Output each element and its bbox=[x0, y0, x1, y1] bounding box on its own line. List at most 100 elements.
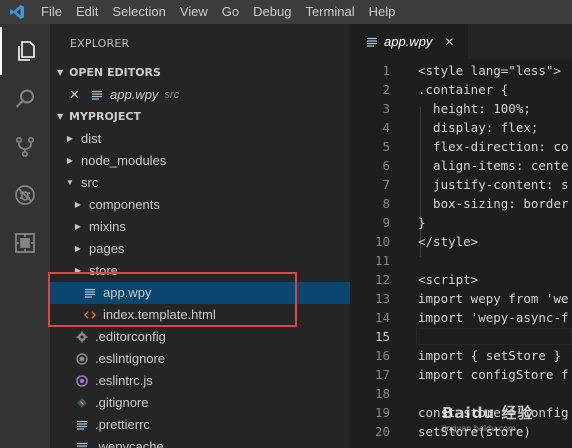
open-editor-item[interactable]: ✕ app.wpy src bbox=[50, 84, 350, 106]
code-text: height: 100%; bbox=[418, 101, 531, 116]
project-header[interactable]: ▼ MYPROJECT bbox=[50, 106, 350, 128]
open-editors-label: OPEN EDITORS bbox=[69, 66, 161, 79]
code-line[interactable]: 11 bbox=[350, 251, 572, 270]
line-number: 2 bbox=[382, 82, 390, 97]
tree-folder[interactable]: ▶ mixins bbox=[50, 216, 350, 238]
code-editor[interactable]: 1 <style lang="less"> 2 .container { 3 heigh… bbox=[350, 59, 572, 448]
line-number: 1 bbox=[382, 63, 390, 78]
explorer-icon[interactable] bbox=[0, 27, 50, 75]
code-text: import { setStore } bbox=[418, 348, 561, 363]
tree-folder[interactable]: ▶ pages bbox=[50, 238, 350, 260]
code-line[interactable]: 19 const store = config bbox=[350, 403, 572, 422]
code-line[interactable]: 12 <script> bbox=[350, 270, 572, 289]
project-label: MYPROJECT bbox=[69, 110, 141, 123]
code-text: import 'wepy-async-f bbox=[418, 310, 569, 325]
chevron-right-icon: ▶ bbox=[66, 156, 74, 165]
gear-file-icon bbox=[76, 331, 88, 343]
tree-item-label: .prettierrc bbox=[95, 417, 150, 432]
file-tree: ▶ dist ▶ node_modules ▼ src ▶ components ▶ mixins… bbox=[50, 128, 350, 448]
code-line[interactable]: 2 .container { bbox=[350, 80, 572, 99]
source-control-icon[interactable] bbox=[0, 123, 50, 171]
line-number: 8 bbox=[382, 196, 390, 211]
tree-file[interactable]: .gitignore bbox=[50, 392, 350, 414]
line-number: 5 bbox=[382, 139, 390, 154]
file-lines-icon bbox=[76, 419, 88, 431]
chevron-down-icon: ▼ bbox=[57, 112, 64, 121]
menu-go[interactable]: Go bbox=[215, 0, 246, 24]
menu-debug[interactable]: Debug bbox=[246, 0, 298, 24]
code-text: .container { bbox=[418, 82, 509, 97]
tree-file[interactable]: .prettierrc bbox=[50, 414, 350, 436]
code-text: } bbox=[418, 215, 426, 230]
code-text: flex-direction: co bbox=[418, 139, 569, 154]
eslintignore-file-icon bbox=[76, 353, 88, 365]
extensions-icon[interactable] bbox=[0, 219, 50, 267]
line-number: 11 bbox=[374, 253, 390, 268]
code-text: setStore(store) bbox=[418, 424, 531, 439]
tree-file[interactable]: .eslintrc.js bbox=[50, 370, 350, 392]
code-line[interactable]: 9} bbox=[350, 213, 572, 232]
code-line[interactable]: 3 height: 100%; bbox=[350, 99, 572, 118]
chevron-right-icon: ▶ bbox=[74, 266, 82, 275]
line-number: 10 bbox=[374, 234, 390, 249]
tree-folder[interactable]: ▶ store bbox=[50, 260, 350, 282]
tree-file[interactable]: .eslintignore bbox=[50, 348, 350, 370]
tab-label: app.wpy bbox=[384, 34, 433, 49]
tree-item-label: .eslintrc.js bbox=[95, 373, 153, 388]
code-line[interactable]: 14 import 'wepy-async-f bbox=[350, 308, 572, 327]
file-lines-icon bbox=[91, 89, 103, 101]
line-number: 17 bbox=[374, 367, 390, 382]
code-line[interactable]: 5 flex-direction: co bbox=[350, 137, 572, 156]
code-text: justify-content: s bbox=[418, 177, 569, 192]
line-number: 9 bbox=[382, 215, 390, 230]
code-text: import configStore f bbox=[418, 367, 569, 382]
close-icon[interactable]: ✕ bbox=[444, 35, 454, 49]
file-lines-icon bbox=[366, 36, 378, 48]
code-line[interactable]: 6 align-items: cente bbox=[350, 156, 572, 175]
debug-icon[interactable] bbox=[0, 171, 50, 219]
line-number: 18 bbox=[374, 386, 390, 401]
code-line[interactable]: 4 display: flex; bbox=[350, 118, 572, 137]
code-line[interactable]: 15 bbox=[350, 327, 572, 346]
menu-file[interactable]: File bbox=[34, 0, 69, 24]
file-lines-icon bbox=[84, 287, 96, 299]
code-line[interactable]: 16 import { setStore } bbox=[350, 346, 572, 365]
code-text: import wepy from 'we bbox=[418, 291, 569, 306]
tree-file[interactable]: .editorconfig bbox=[50, 326, 350, 348]
tab-app-wpy[interactable]: app.wpy ✕ bbox=[350, 24, 468, 59]
line-number: 6 bbox=[382, 158, 390, 173]
tree-folder[interactable]: ▶ node_modules bbox=[50, 150, 350, 172]
tree-item-label: dist bbox=[81, 131, 102, 146]
line-number: 7 bbox=[382, 177, 390, 192]
tree-folder[interactable]: ▼ src bbox=[50, 172, 350, 194]
code-text: box-sizing: border bbox=[418, 196, 569, 211]
menu-help[interactable]: Help bbox=[362, 0, 403, 24]
chevron-down-icon: ▼ bbox=[57, 68, 64, 77]
menu-edit[interactable]: Edit bbox=[69, 0, 105, 24]
code-line[interactable]: 18 bbox=[350, 384, 572, 403]
tree-file[interactable]: .wepycache bbox=[50, 436, 350, 448]
search-icon[interactable] bbox=[0, 75, 50, 123]
code-line[interactable]: 20 setStore(store) bbox=[350, 422, 572, 441]
tree-item-label: mixins bbox=[89, 219, 126, 234]
tree-file[interactable]: app.wpy bbox=[50, 282, 350, 304]
code-line[interactable]: 8 box-sizing: border bbox=[350, 194, 572, 213]
code-line[interactable]: 1 <style lang="less"> bbox=[350, 61, 572, 80]
code-line[interactable]: 7 justify-content: s bbox=[350, 175, 572, 194]
tree-folder[interactable]: ▶ components bbox=[50, 194, 350, 216]
tree-item-label: .wepycache bbox=[95, 439, 164, 448]
tree-item-label: node_modules bbox=[81, 153, 167, 168]
tree-item-label: src bbox=[81, 175, 99, 190]
chevron-right-icon: ▶ bbox=[74, 222, 82, 231]
tree-file[interactable]: index.template.html bbox=[50, 304, 350, 326]
code-line[interactable]: 13 import wepy from 'we bbox=[350, 289, 572, 308]
sidebar-title: EXPLORER bbox=[70, 37, 130, 50]
menu-selection[interactable]: Selection bbox=[105, 0, 172, 24]
open-editors-header[interactable]: ▼ OPEN EDITORS bbox=[50, 62, 350, 84]
code-line[interactable]: 17 import configStore f bbox=[350, 365, 572, 384]
close-icon[interactable]: ✕ bbox=[69, 84, 83, 106]
tree-folder[interactable]: ▶ dist bbox=[50, 128, 350, 150]
menu-view[interactable]: View bbox=[173, 0, 215, 24]
code-line[interactable]: 10 </style> bbox=[350, 232, 572, 251]
menu-terminal[interactable]: Terminal bbox=[298, 0, 361, 24]
